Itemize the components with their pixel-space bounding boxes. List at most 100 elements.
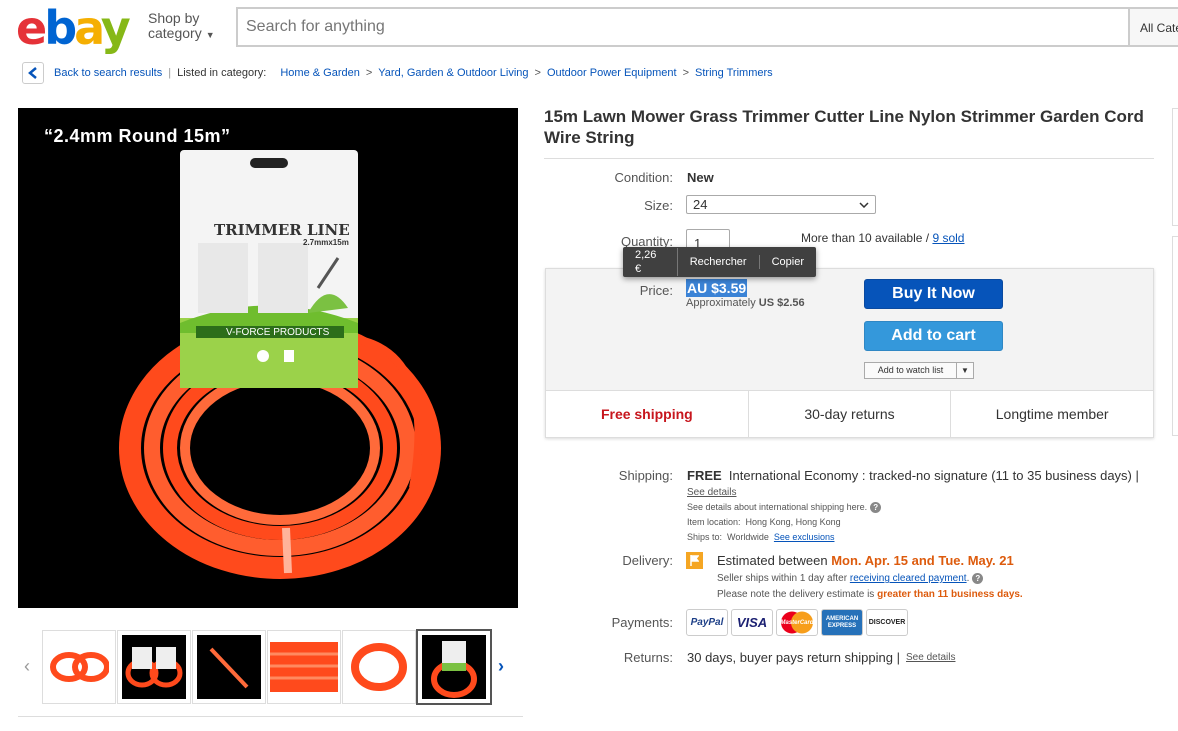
delivery-estimate: Estimated between Mon. Apr. 15 and Tue. …	[717, 553, 1014, 568]
size-value: 24	[693, 197, 708, 212]
breadcrumb-item-yard-garden[interactable]: Yard, Garden & Outdoor Living	[378, 67, 528, 79]
thumbnail-selected[interactable]	[416, 629, 492, 705]
delivery-note-text: Please note the delivery estimate is	[717, 589, 875, 600]
breadcrumb-item-string-trimmers[interactable]: String Trimmers	[695, 67, 773, 79]
chevron-right-icon: >	[534, 67, 541, 79]
chevron-right-icon: >	[365, 67, 373, 79]
chevron-left-icon	[28, 67, 37, 79]
see-exclusions-link[interactable]: See exclusions	[774, 532, 835, 542]
ships-to-label: Ships to:	[687, 532, 723, 542]
thumbnail-image	[351, 643, 407, 691]
converted-price[interactable]: 2,26 €	[623, 248, 678, 276]
shop-by-label: Shop by	[148, 10, 200, 26]
item-location-value: Hong Kong, Hong Kong	[745, 517, 841, 527]
thumbnail[interactable]	[42, 630, 116, 704]
discover-label: DISCOVER	[868, 619, 906, 626]
category-label: category	[148, 25, 202, 41]
shipping-method-text: International Economy : tracked-no signa…	[728, 468, 1139, 483]
payments-label: Payments:	[611, 615, 673, 630]
visa-icon: VISA	[731, 609, 773, 636]
thumbnail-image	[122, 635, 186, 699]
watch-list-label: Add to watch list	[865, 363, 957, 378]
thumb-next-icon[interactable]: ›	[498, 656, 504, 677]
thumbnail[interactable]	[342, 630, 416, 704]
price-approx: Approximately US $2.56	[686, 297, 805, 309]
divider	[18, 716, 523, 717]
paypal-icon: PayPal	[686, 609, 728, 636]
price-label: Price:	[639, 283, 673, 298]
discover-icon: DISCOVER	[866, 609, 908, 636]
mastercard-icon: MasterCard	[776, 609, 818, 636]
ebay-logo[interactable]: ebay	[16, 2, 131, 54]
chevron-down-icon: ▼	[205, 30, 215, 40]
ships-to: Ships to: Worldwide See exclusions	[687, 532, 834, 542]
seller-ships-text: Seller ships within 1 day after	[717, 573, 848, 585]
chevron-down-icon[interactable]: ▼	[957, 363, 973, 378]
availability-text: More than 10 available / 9 sold	[801, 231, 964, 245]
receiving-payment-link[interactable]: receiving cleared payment	[850, 573, 967, 584]
approx-prefix: Approximately	[686, 297, 756, 309]
back-to-search-link[interactable]: Back to search results	[54, 67, 162, 79]
package-subtitle: 2.7mmx15m	[303, 238, 349, 247]
selection-context-popup: 2,26 € Rechercher Copier	[623, 247, 816, 277]
amex-icon: AMERICAN EXPRESS	[821, 609, 863, 636]
returns-badge: 30-day returns	[749, 391, 952, 437]
search-action[interactable]: Rechercher	[678, 255, 760, 269]
search-category-select[interactable]: All Categories	[1128, 7, 1178, 47]
package-title: TRIMMER LINE	[214, 221, 350, 239]
longtime-member-badge: Longtime member	[995, 406, 1109, 422]
back-button[interactable]	[22, 62, 44, 84]
returns-text: 30 days, buyer pays return shipping |	[687, 650, 900, 665]
feature-row: Free shipping 30-day returns Longtime me…	[546, 390, 1153, 437]
main-product-image[interactable]: “2.4mm Round 15m” TRIMMER LINE 2.7mmx15m…	[18, 108, 518, 608]
item-location-label: Item location:	[687, 517, 741, 527]
breadcrumb-item-home-garden[interactable]: Home & Garden	[280, 67, 359, 79]
item-location: Item location: Hong Kong, Hong Kong	[687, 517, 841, 527]
delivery-label: Delivery:	[622, 553, 673, 568]
thumbnail-strip: ‹ ›	[18, 628, 523, 708]
separator: |	[168, 67, 172, 79]
watch-list-button[interactable]: Add to watch list ▼	[864, 362, 974, 379]
intl-shipping-text: See details about international shipping…	[687, 502, 868, 512]
product-title: 15m Lawn Mower Grass Trimmer Cutter Line…	[544, 107, 1144, 147]
search-input[interactable]: Search for anything	[236, 7, 1129, 47]
thumbnail[interactable]	[117, 630, 191, 704]
copy-action[interactable]: Copier	[760, 255, 816, 269]
flag-icon	[686, 552, 703, 569]
seller-ships-note: Seller ships within 1 day after receivin…	[717, 573, 984, 585]
condition-value: New	[687, 170, 714, 185]
sold-link[interactable]: 9 sold	[932, 231, 964, 245]
breadcrumb-item-outdoor-power[interactable]: Outdoor Power Equipment	[547, 67, 677, 79]
chevron-down-icon	[859, 201, 869, 208]
delivery-estimated-label: Estimated between	[717, 553, 828, 568]
shipping-see-details-link[interactable]: See details	[687, 487, 736, 498]
returns-see-details-link[interactable]: See details	[906, 652, 955, 663]
thumbnail[interactable]	[192, 630, 266, 704]
side-panel	[1172, 236, 1178, 436]
thumb-prev-icon[interactable]: ‹	[24, 656, 30, 677]
size-select[interactable]: 24	[686, 195, 876, 214]
help-icon[interactable]: ?	[972, 573, 984, 584]
thumbnail-image	[422, 635, 486, 699]
ships-to-value: Worldwide	[727, 532, 769, 542]
chevron-right-icon: >	[682, 67, 690, 79]
header: ebay Shop by category ▼ Search for anythi…	[0, 0, 1178, 56]
free-shipping-badge: Free shipping	[546, 391, 749, 437]
delivery-dates: Mon. Apr. 15 and Tue. May. 21	[831, 553, 1014, 568]
shop-by-category-button[interactable]: Shop by category ▼	[148, 11, 215, 43]
add-to-cart-button[interactable]: Add to cart	[864, 321, 1003, 351]
available-label: More than 10 available /	[801, 231, 930, 245]
intl-shipping-note: See details about international shipping…	[687, 502, 882, 514]
delivery-note: Please note the delivery estimate is gre…	[717, 589, 1023, 600]
thumbnail-image	[50, 652, 109, 682]
thumbnail[interactable]	[267, 630, 341, 704]
buy-it-now-button[interactable]: Buy It Now	[864, 279, 1003, 309]
amex-label: AMERICAN EXPRESS	[825, 615, 859, 629]
thumbnail-image	[197, 635, 261, 699]
shipping-method: FREE International Economy : tracked-no …	[687, 468, 1139, 483]
package-brand: V-FORCE PRODUCTS	[226, 327, 330, 338]
breadcrumb: Back to search results | Listed in categ…	[22, 62, 773, 84]
help-icon[interactable]: ?	[870, 502, 882, 514]
trimmer-line-illustration	[119, 150, 441, 579]
visa-label: VISA	[736, 615, 768, 630]
